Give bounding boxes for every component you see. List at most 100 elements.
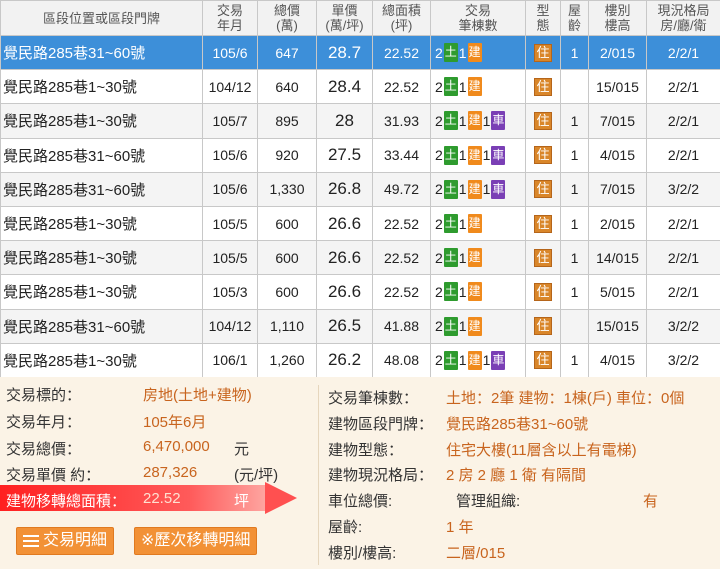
detail-btype: 建物型態： [328,439,403,460]
cell-addr: 覺民路285巷31~60號 [0,34,203,71]
table-row[interactable]: 覺民路285巷1~30號 105/7 895 28 31.93 2 土 1 建 1 車住 1 7/015… [0,103,720,139]
cell-floor: 2/015 [588,34,647,71]
detail-addr-value: 覺民路285巷31~60號 [446,416,589,433]
cell-layout: 2/2/1 [646,34,720,71]
area-text: 22.52 [383,283,420,300]
cell-age [560,69,589,105]
detail-count-value: 土地：2筆 建物：1棟(戶) 車位：0個 [446,390,685,407]
cell-type: 住 [525,205,561,242]
land-tag-icon: 土 [443,214,458,234]
addr-text: 覺民路285巷1~30號 [3,250,137,268]
table-row[interactable]: 覺民路285巷1~30號 105/5 600 26.6 22.52 2 土 1 建住 1 2/015… [0,205,720,242]
unit-price-text: 27.5 [327,145,362,165]
table-row[interactable]: 覺民路285巷31~60號 104/12 1,110 26.5 41.88 2 土 1 建住 15… [0,308,720,344]
land-tag-icon: 土 [443,145,458,165]
car-count: 1 [482,181,491,198]
car-count: 1 [482,112,491,129]
cell-total: 1,330 [257,171,317,207]
header-age-line2: 齡 [567,18,581,33]
table-header: 區段位置或區段門牌 交易 年月 總價 (萬) 單價 (萬/坪) 總面積 (坪) 交易 筆棟… [0,0,720,36]
header-age[interactable]: 屋齡 [560,0,589,36]
detail-age: 屋齡: [328,516,362,537]
cell-total: 640 [257,69,317,105]
cell-addr: 覺民路285巷1~30號 [0,205,203,242]
header-count-line1: 交易 [464,3,491,18]
land-count: 2 [435,352,443,369]
land-tag-icon: 土 [443,248,458,268]
cell-unit-price: 26.6 [316,205,373,242]
header-total[interactable]: 總價 (萬) [257,0,317,36]
table-row[interactable]: 覺民路285巷31~60號 105/6 1,330 26.8 49.72 2 土 1 建 1 車住 1… [0,171,720,207]
unit-price-text: 26.2 [327,350,362,370]
unit-price-text: 28.4 [327,76,362,96]
layout-text: 2/2/1 [667,78,700,95]
land-count: 2 [435,44,443,61]
building-tag-icon: 建 [467,77,482,97]
addr-text: 覺民路285巷1~30號 [3,352,137,370]
header-date-line2: 年月 [216,18,243,33]
header-count[interactable]: 交易 筆棟數 [430,0,526,36]
addr-text: 覺民路285巷1~30號 [3,216,137,234]
transfer-history-button[interactable]: ※歷次移轉明細 [134,527,258,555]
header-floor-line1: 樓別 [604,3,631,18]
table-row[interactable]: 覺民路285巷1~30號 105/5 600 26.6 22.52 2 土 1 建住 1 14/01… [0,240,720,276]
detail-age-label: 屋齡: [328,519,363,536]
cell-total: 920 [257,137,317,173]
detail-target: 交易標的： [6,384,81,405]
cell-area: 31.93 [372,103,431,139]
table-row[interactable]: 覺民路285巷1~30號 106/1 1,260 26.2 48.08 2 土 1 建 1 車住 1 4… [0,342,720,378]
land-tag-icon: 土 [443,43,458,63]
date-text: 105/6 [212,181,248,198]
cell-layout: 3/2/2 [646,171,720,207]
layout-text: 3/2/2 [667,352,700,369]
building-tag-icon: 建 [467,214,482,234]
floor-text: 2/015 [599,44,636,61]
detail-addr-value-wrap: 覺民路285巷31~60號 [446,413,588,434]
detail-area-label: 建物移轉總面積： [6,493,127,510]
table-row[interactable]: 覺民路285巷1~30號 104/12 640 28.4 22.52 2 土 1 建住 15/01… [0,69,720,105]
cell-type: 住 [525,34,561,71]
age-text: 1 [570,112,579,129]
header-unit[interactable]: 單價 (萬/坪) [316,0,373,36]
cell-total: 600 [257,274,317,310]
header-floor[interactable]: 樓別 樓高 [588,0,647,36]
detail-age-value-wrap: 1 年 [446,516,474,537]
header-layout-line2: 房/廳/衛 [660,18,707,33]
table-row[interactable]: 覺民路285巷31~60號 105/6 920 27.5 33.44 2 土 1 建 1 車住 1 4/… [0,137,720,173]
header-type[interactable]: 型態 [525,0,561,36]
table-row[interactable]: 覺民路285巷31~60號 105/6 647 28.7 22.52 2 土 1 建住 1 2/01… [0,34,720,71]
cell-layout: 2/2/1 [646,274,720,310]
cell-area: 49.72 [372,171,431,207]
cell-layout: 2/2/1 [646,103,720,139]
header-layout[interactable]: 現況格局 房/廳/衛 [646,0,720,36]
header-addr[interactable]: 區段位置或區段門牌 [0,0,203,36]
cell-layout: 2/2/1 [646,205,720,242]
header-total-line2: (萬) [276,18,298,33]
land-count: 2 [435,215,443,232]
detail-unitprice-unit: (元/坪) [234,467,279,484]
header-area[interactable]: 總面積 (坪) [372,0,431,36]
building-tag-icon: 建 [467,145,482,165]
date-text: 105/6 [212,147,248,164]
detail-parking-label: 車位總價: [328,493,393,510]
detail-mgmt-value-wrap: 有 [643,490,658,511]
floor-text: 5/015 [599,283,636,300]
building-tag-icon: 建 [467,316,482,336]
land-count: 2 [435,249,443,266]
transaction-detail-button[interactable]: 交易明細 [16,527,115,555]
age-text: 1 [570,283,579,300]
header-age-line1: 屋 [567,3,581,18]
cell-date: 106/1 [202,342,258,378]
building-count: 1 [458,249,467,266]
detail-layout: 建物現況格局： [328,464,433,485]
date-text: 104/12 [208,78,252,95]
cell-age: 1 [560,274,589,310]
table-row[interactable]: 覺民路285巷1~30號 105/3 600 26.6 22.52 2 土 1 建住 1 5/015… [0,274,720,310]
land-tag-icon: 土 [443,282,458,302]
area-text: 22.52 [383,44,420,61]
residential-type-icon: 住 [534,317,552,336]
cell-type: 住 [525,308,561,344]
header-date[interactable]: 交易 年月 [202,0,258,36]
area-text: 49.72 [383,181,420,198]
cell-age: 1 [560,103,589,139]
